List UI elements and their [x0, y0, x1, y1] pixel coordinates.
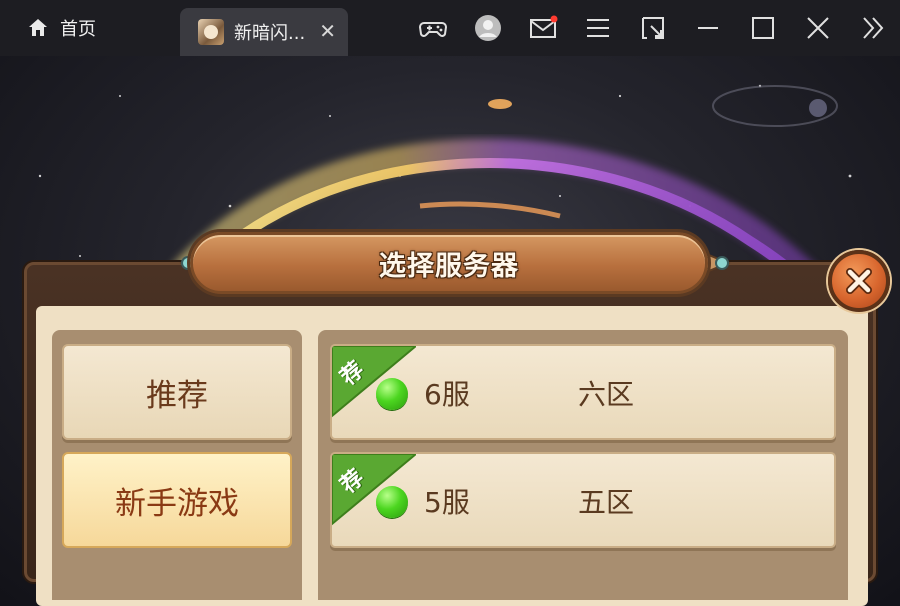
server-zone: 六区	[578, 378, 635, 411]
category-label: 推荐	[146, 377, 208, 414]
emulator-title-bar: 首页 新暗闪... ✕	[0, 0, 900, 56]
user-avatar-icon[interactable]	[460, 0, 515, 56]
home-tab-label: 首页	[60, 19, 96, 40]
home-icon	[29, 19, 47, 36]
server-number: 5服	[424, 486, 470, 519]
server-row[interactable]: 荐 5服 五区	[330, 452, 836, 548]
category-label: 新手游戏	[115, 485, 239, 522]
server-row[interactable]: 荐 6服 六区	[330, 344, 836, 440]
expand-sidebar-icon[interactable]	[845, 0, 900, 56]
server-list: 荐 6服 六区 荐 5服 五区	[318, 330, 848, 600]
minimize-icon[interactable]	[680, 0, 735, 56]
menu-icon[interactable]	[570, 0, 625, 56]
screenshot-icon[interactable]	[625, 0, 680, 56]
category-newbie-button[interactable]: 新手游戏	[62, 452, 292, 548]
maximize-icon[interactable]	[735, 0, 790, 56]
dialog-close-button[interactable]	[828, 250, 890, 312]
dialog-title: 选择服务器	[379, 250, 519, 282]
gamepad-icon[interactable]	[405, 0, 460, 56]
home-tab[interactable]: 首页	[26, 14, 96, 42]
tab-close-icon[interactable]: ✕	[319, 20, 336, 42]
close-window-icon[interactable]	[790, 0, 845, 56]
server-zone: 五区	[578, 486, 635, 519]
close-icon	[846, 268, 872, 294]
game-tab[interactable]: 新暗闪... ✕	[180, 8, 348, 56]
category-list: 推荐 新手游戏	[52, 330, 302, 600]
mail-icon[interactable]	[515, 0, 570, 56]
dialog-title-plaque: 选择服务器	[190, 232, 708, 294]
category-recommended-button[interactable]: 推荐	[62, 344, 292, 440]
server-status-online-icon	[376, 486, 408, 518]
mail-notification-dot	[550, 15, 557, 23]
game-app-icon	[198, 19, 224, 45]
server-number: 6服	[424, 378, 470, 411]
game-tab-label: 新暗闪...	[234, 23, 306, 44]
server-status-online-icon	[376, 378, 408, 410]
